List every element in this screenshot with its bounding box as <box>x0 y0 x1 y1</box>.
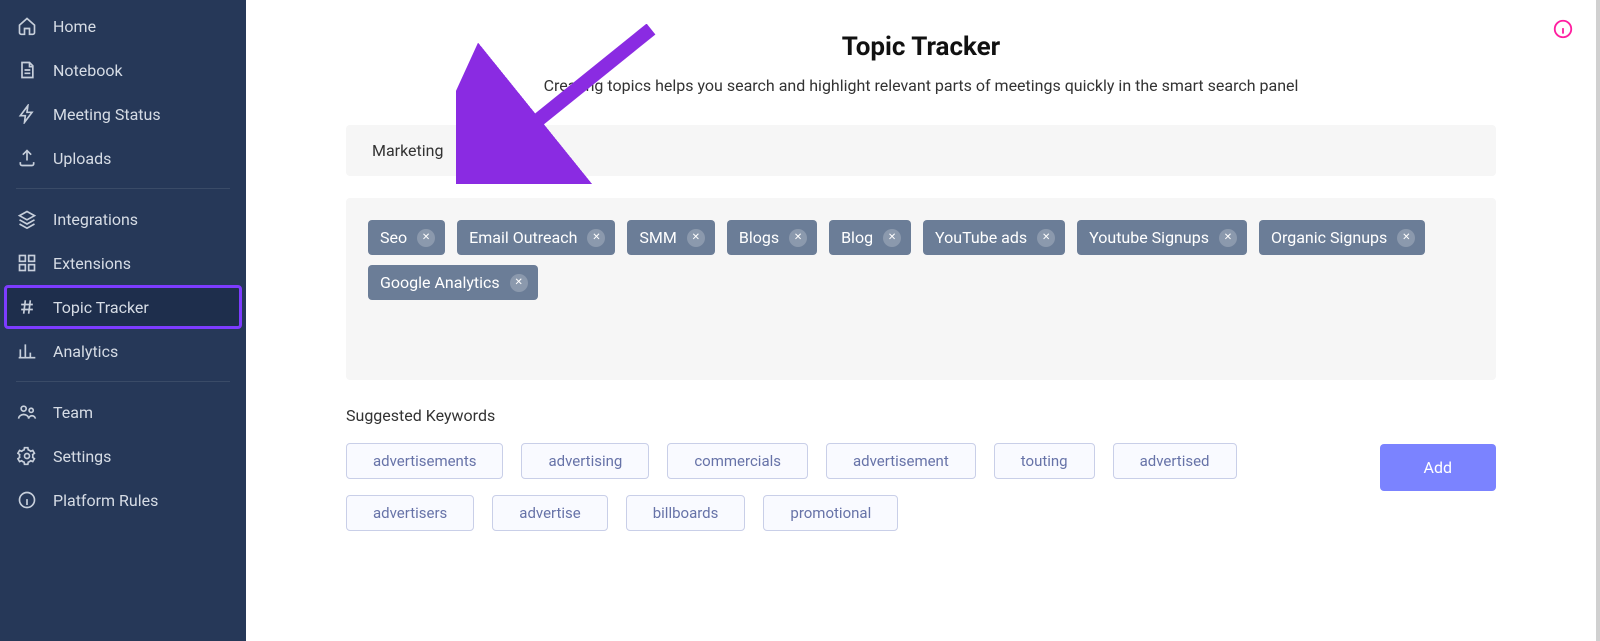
suggested-keyword-chip[interactable]: advertising <box>521 443 649 479</box>
sidebar-separator <box>16 381 230 382</box>
topic-tag-label: Google Analytics <box>380 273 500 292</box>
suggested-keyword-chip[interactable]: advertised <box>1113 443 1237 479</box>
topic-tag-label: Email Outreach <box>469 228 577 247</box>
sidebar-item-meeting-status[interactable]: Meeting Status <box>0 92 246 136</box>
page-subtitle: Creating topics helps you search and hig… <box>306 76 1536 95</box>
team-icon <box>16 402 38 422</box>
sidebar-item-platform-rules[interactable]: Platform Rules <box>0 478 246 522</box>
topic-tag-label: Youtube Signups <box>1089 228 1209 247</box>
sidebar-item-topic-tracker[interactable]: Topic Tracker <box>4 285 242 329</box>
suggested-keyword-chip[interactable]: promotional <box>763 495 898 531</box>
sidebar-item-analytics[interactable]: Analytics <box>0 329 246 373</box>
sidebar-item-label: Home <box>53 17 96 36</box>
remove-tag-icon[interactable] <box>1037 229 1055 247</box>
add-button[interactable]: Add <box>1380 444 1496 491</box>
topic-tag-label: SMM <box>639 228 676 247</box>
topic-tag: YouTube ads <box>923 220 1065 255</box>
page-title: Topic Tracker <box>306 32 1536 62</box>
suggested-keyword-chip[interactable]: advertisement <box>826 443 976 479</box>
home-icon <box>16 16 38 36</box>
topic-tag: Blogs <box>727 220 817 255</box>
topic-tag: Seo <box>368 220 445 255</box>
suggested-keyword-chip[interactable]: billboards <box>626 495 746 531</box>
remove-tag-icon[interactable] <box>1219 229 1237 247</box>
hash-icon <box>16 297 38 317</box>
topic-tag: Youtube Signups <box>1077 220 1247 255</box>
suggested-keywords-row: advertisers advertise billboards promotiona… <box>346 495 1496 531</box>
remove-tag-icon[interactable] <box>417 229 435 247</box>
main-content: Topic Tracker Creating topics helps you … <box>246 0 1600 641</box>
topic-tag: Google Analytics <box>368 265 538 300</box>
sidebar-item-label: Meeting Status <box>53 105 161 124</box>
gear-icon <box>16 446 38 466</box>
topic-tag: SMM <box>627 220 714 255</box>
topic-tag: Email Outreach <box>457 220 615 255</box>
topic-tag: Blog <box>829 220 911 255</box>
sidebar: Home Notebook Meeting Status Uploads Int… <box>0 0 246 641</box>
suggested-keyword-chip[interactable]: advertisers <box>346 495 474 531</box>
topic-tag-label: Organic Signups <box>1271 228 1387 247</box>
sidebar-item-team[interactable]: Team <box>0 390 246 434</box>
topic-tags-box[interactable]: Seo Email Outreach SMM Blogs Blog YouTube ads… <box>346 198 1496 380</box>
sidebar-item-label: Uploads <box>53 149 111 168</box>
sidebar-item-notebook[interactable]: Notebook <box>0 48 246 92</box>
topic-name-input[interactable]: Marketing <box>346 125 1496 176</box>
sidebar-item-label: Analytics <box>53 342 118 361</box>
sidebar-item-extensions[interactable]: Extensions <box>0 241 246 285</box>
remove-tag-icon[interactable] <box>883 229 901 247</box>
sidebar-separator <box>16 188 230 189</box>
suggested-keyword-chip[interactable]: commercials <box>667 443 808 479</box>
remove-tag-icon[interactable] <box>789 229 807 247</box>
sidebar-item-label: Extensions <box>53 254 131 273</box>
bolt-icon <box>16 104 38 124</box>
remove-tag-icon[interactable] <box>587 229 605 247</box>
sidebar-item-label: Topic Tracker <box>53 298 149 317</box>
sidebar-item-label: Platform Rules <box>53 491 158 510</box>
sidebar-item-uploads[interactable]: Uploads <box>0 136 246 180</box>
remove-tag-icon[interactable] <box>687 229 705 247</box>
topic-tag: Organic Signups <box>1259 220 1425 255</box>
suggested-keyword-chip[interactable]: touting <box>994 443 1095 479</box>
grid-icon <box>16 253 38 273</box>
remove-tag-icon[interactable] <box>510 274 528 292</box>
topic-tag-label: YouTube ads <box>935 228 1027 247</box>
sidebar-item-integrations[interactable]: Integrations <box>0 197 246 241</box>
sidebar-item-label: Settings <box>53 447 111 466</box>
help-info-icon[interactable] <box>1552 18 1574 40</box>
suggested-keywords-row: advertisements advertising commercials adve… <box>346 443 1496 479</box>
notebook-icon <box>16 60 38 80</box>
topic-tag-label: Seo <box>380 228 407 247</box>
sidebar-item-label: Notebook <box>53 61 123 80</box>
sidebar-item-settings[interactable]: Settings <box>0 434 246 478</box>
sidebar-item-label: Team <box>53 403 93 422</box>
suggested-keywords-label: Suggested Keywords <box>346 406 1536 425</box>
topic-tag-label: Blogs <box>739 228 779 247</box>
sidebar-item-home[interactable]: Home <box>0 4 246 48</box>
analytics-icon <box>16 341 38 361</box>
topic-name-value: Marketing <box>372 141 443 160</box>
topic-tag-label: Blog <box>841 228 873 247</box>
remove-tag-icon[interactable] <box>1397 229 1415 247</box>
suggested-keyword-chip[interactable]: advertise <box>492 495 607 531</box>
suggested-keyword-chip[interactable]: advertisements <box>346 443 503 479</box>
upload-icon <box>16 148 38 168</box>
info-icon <box>16 490 38 510</box>
sidebar-item-label: Integrations <box>53 210 138 229</box>
layers-icon <box>16 209 38 229</box>
